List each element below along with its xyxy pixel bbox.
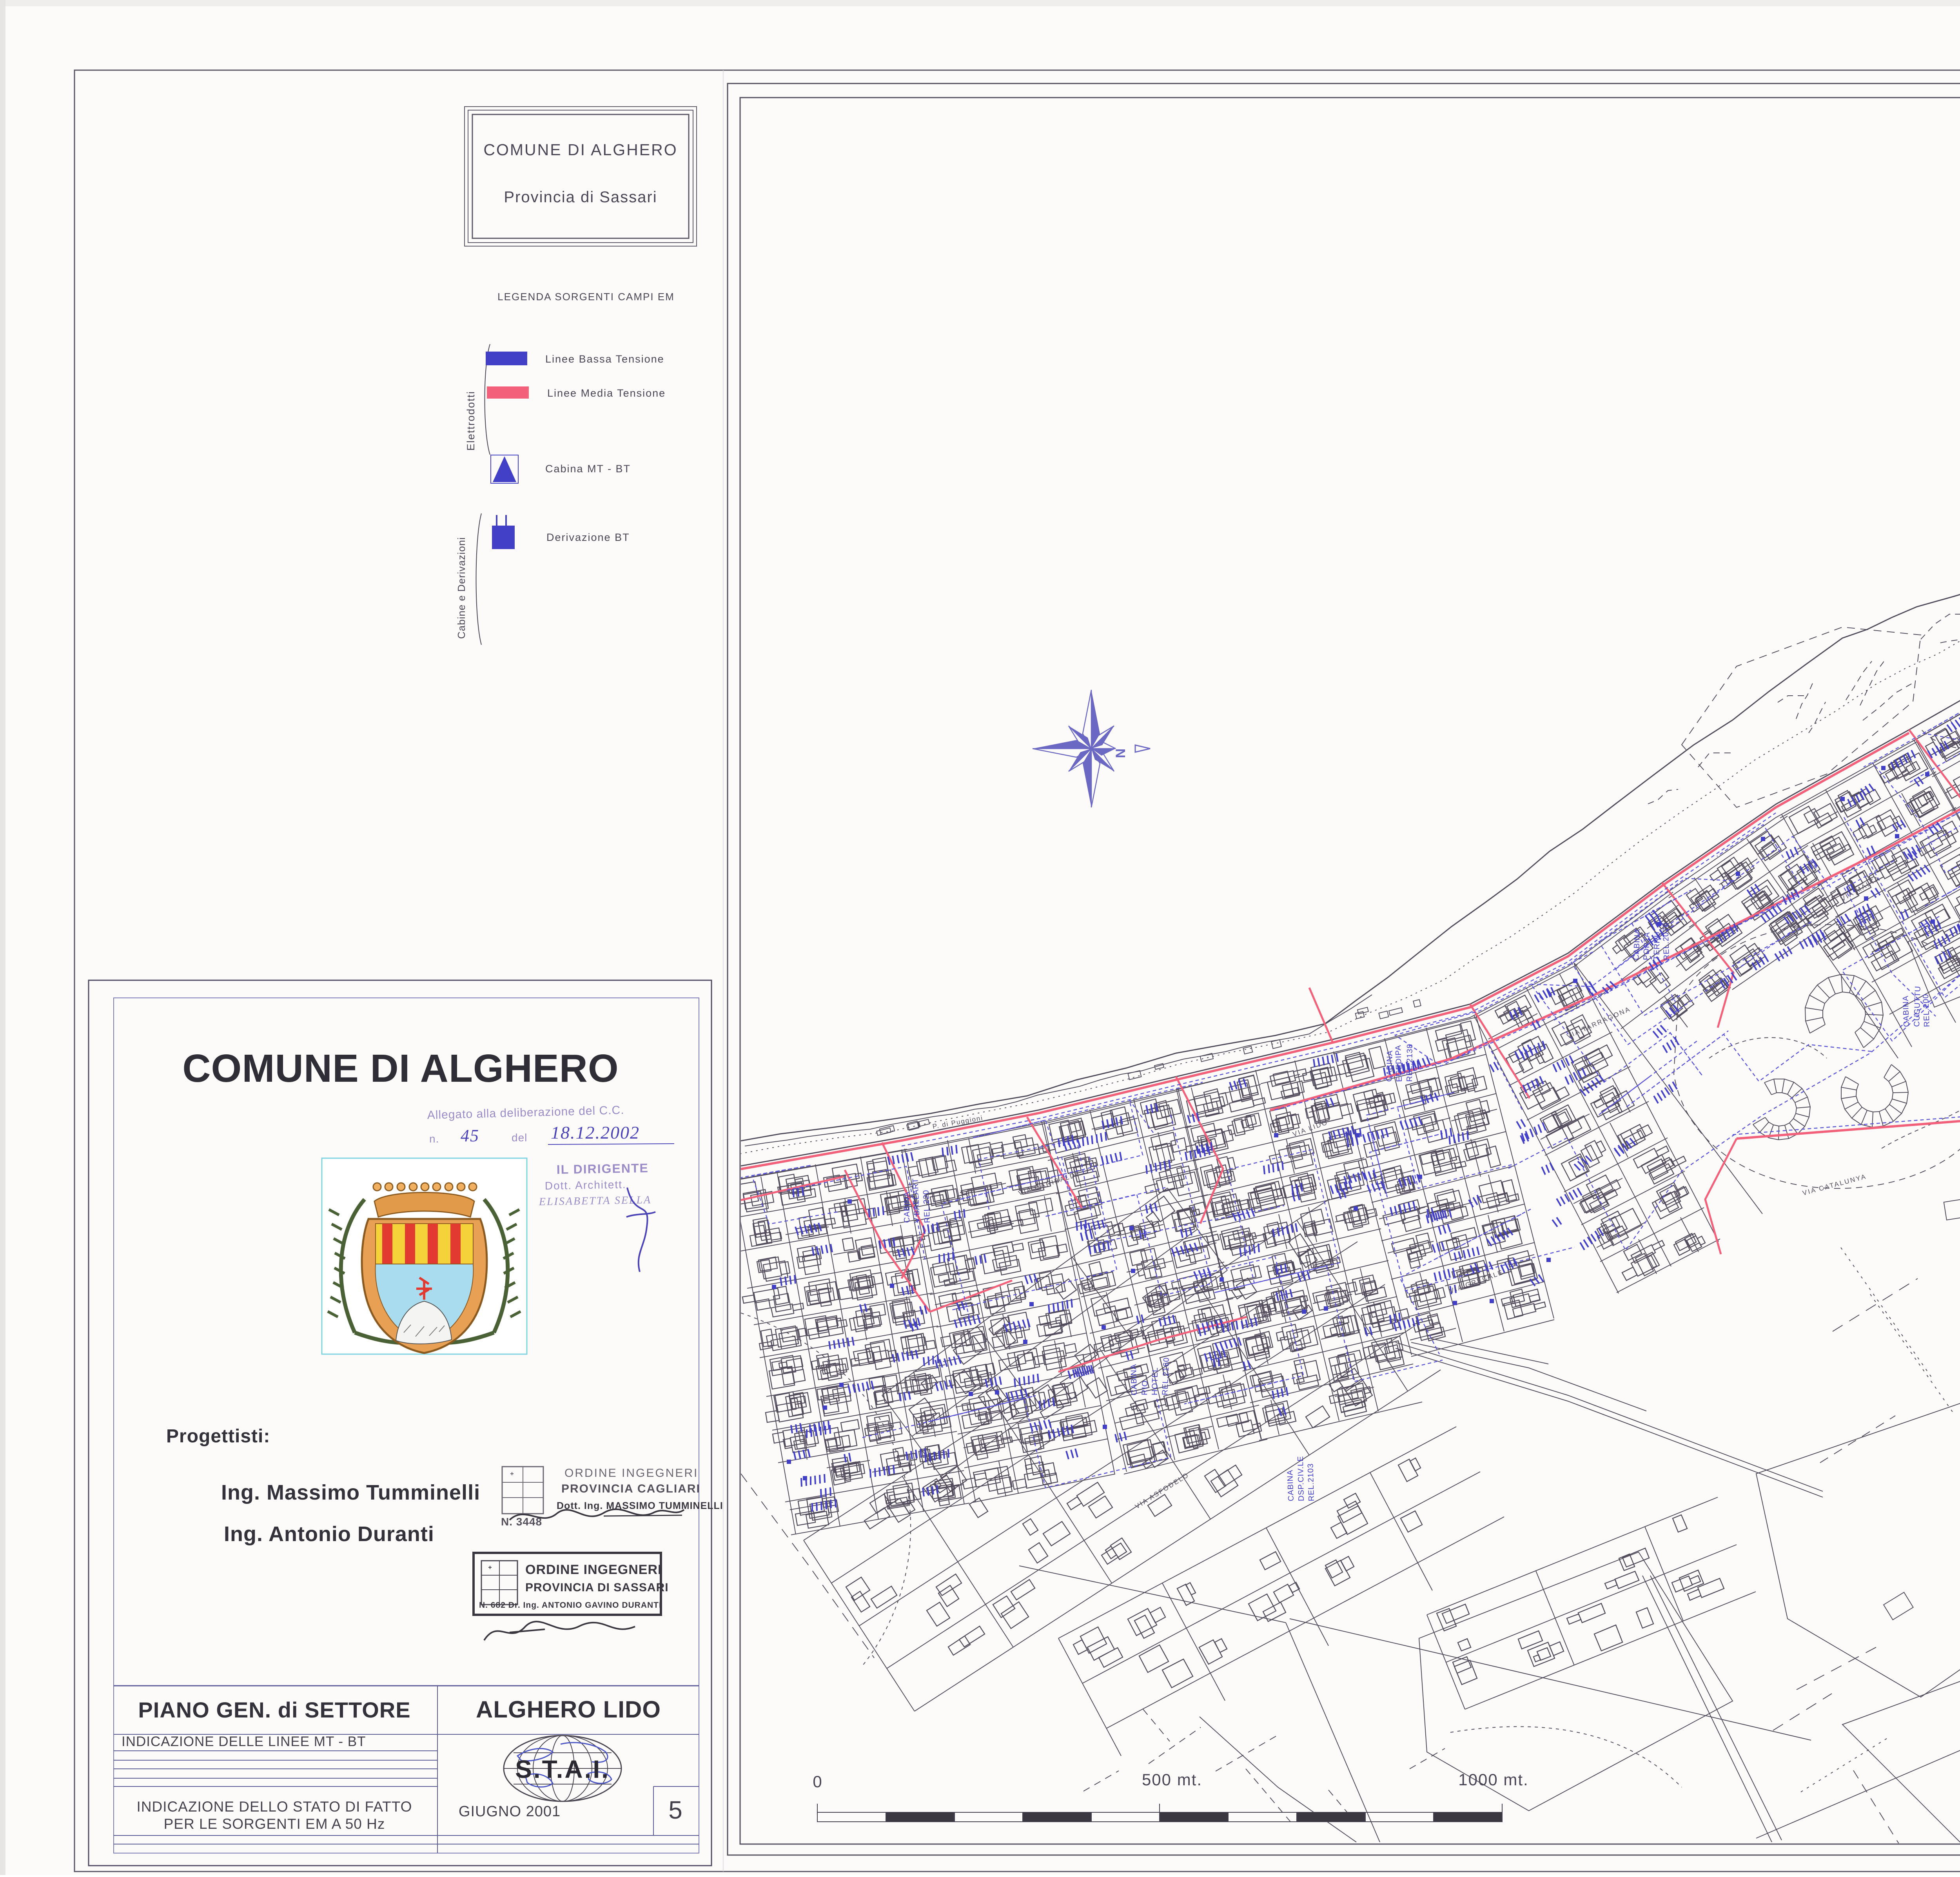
svg-text:PORTA: PORTA <box>1642 932 1651 960</box>
svg-text:REL.2138: REL.2138 <box>1405 1044 1414 1082</box>
svg-text:Cabina MT - BT: Cabina MT - BT <box>545 463 631 475</box>
svg-text:REL.2103: REL.2103 <box>1306 1463 1316 1502</box>
svg-text:REL.220: REL.220 <box>922 1190 932 1223</box>
svg-text:EGEDIPA: EGEDIPA <box>1394 1045 1404 1082</box>
svg-text:COMUNE DI ALGHERO: COMUNE DI ALGHERO <box>483 141 677 159</box>
svg-text:Ing. Massimo Tumminelli: Ing. Massimo Tumminelli <box>221 1481 480 1504</box>
svg-text:45: 45 <box>461 1126 479 1145</box>
svg-text:PROVINCIA CAGLIARI: PROVINCIA CAGLIARI <box>561 1482 701 1495</box>
svg-text:1000 mt.: 1000 mt. <box>1458 1770 1528 1789</box>
svg-text:5: 5 <box>668 1796 682 1824</box>
svg-text:V.BALLART: V.BALLART <box>911 1178 922 1223</box>
svg-text:Linee Media Tensione: Linee Media Tensione <box>547 387 666 399</box>
svg-text:Linee Bassa Tensione: Linee Bassa Tensione <box>545 353 664 365</box>
svg-text:CUGUTTU: CUGUTTU <box>1913 986 1922 1027</box>
svg-text:GIUGNO 2001: GIUGNO 2001 <box>459 1803 561 1820</box>
svg-text:REL.200: REL.200 <box>1922 994 1931 1027</box>
svg-text:INDICAZIONE DELLO STATO DI FAT: INDICAZIONE DELLO STATO DI FATTO <box>137 1799 412 1815</box>
svg-text:IL DIRIGENTE: IL DIRIGENTE <box>556 1161 649 1177</box>
svg-text:DSP.CIV.LE: DSP.CIV.LE <box>1296 1456 1306 1501</box>
svg-text:CABINA: CABINA <box>1129 1364 1139 1395</box>
svg-text:TERRU: TERRU <box>1652 931 1662 961</box>
svg-text:N: N <box>1113 749 1128 758</box>
svg-text:LEGENDA SORGENTI CAMPI EM: LEGENDA SORGENTI CAMPI EM <box>497 291 675 303</box>
svg-text:PIANO GEN. di SETTORE: PIANO GEN. di SETTORE <box>138 1697 410 1722</box>
svg-text:COMUNE DI ALGHERO: COMUNE DI ALGHERO <box>182 1046 619 1090</box>
svg-text:HOTEL: HOTEL <box>1151 1367 1160 1395</box>
svg-text:Dott. Ing. MASSIMO TUMMINELLI: Dott. Ing. MASSIMO TUMMINELLI <box>557 1500 723 1511</box>
svg-text:Dott. Architett.: Dott. Architett. <box>545 1178 626 1192</box>
svg-text:REL.2160: REL.2160 <box>1161 1357 1171 1395</box>
svg-text:Progettisti:: Progettisti: <box>166 1426 270 1447</box>
svg-text:INDICAZIONE DELLE LINEE MT - B: INDICAZIONE DELLE LINEE MT - BT <box>122 1734 366 1749</box>
svg-text:PROVINCIA DI SASSARI: PROVINCIA DI SASSARI <box>525 1581 669 1594</box>
svg-text:Ing. Antonio Duranti: Ing. Antonio Duranti <box>224 1522 434 1546</box>
svg-text:CABINA: CABINA <box>1286 1469 1296 1501</box>
svg-text:Cabine e Derivazioni: Cabine e Derivazioni <box>456 537 467 639</box>
svg-text:0: 0 <box>813 1772 822 1791</box>
svg-text:Elettrodotti: Elettrodotti <box>465 391 477 451</box>
svg-text:REL.2075: REL.2075 <box>1661 922 1671 961</box>
svg-text:18.12.2002: 18.12.2002 <box>551 1123 640 1143</box>
svg-text:ORDINE INGEGNERI: ORDINE INGEGNERI <box>564 1467 698 1480</box>
svg-text:ALGHERO LIDO: ALGHERO LIDO <box>476 1696 661 1723</box>
svg-text:CABINA: CABINA <box>1901 995 1911 1027</box>
svg-text:ELISABETTA SELLA: ELISABETTA SELLA <box>539 1194 652 1208</box>
svg-text:S.T.A.I.: S.T.A.I. <box>515 1755 610 1783</box>
svg-text:N. 682 Dr. Ing. ANTONIO GAVI: N. 682 Dr. Ing. ANTONIO GAVINO DURANTI <box>479 1601 662 1610</box>
svg-text:ORDINE INGEGNERI: ORDINE INGEGNERI <box>525 1562 662 1577</box>
svg-text:CABINA: CABINA <box>1385 1050 1394 1082</box>
svg-text:n.: n. <box>429 1133 439 1145</box>
svg-text:PER LE SORGENTI EM A 50 Hz: PER LE SORGENTI EM A 50 Hz <box>164 1816 385 1832</box>
svg-text:Provincia di Sassari: Provincia di Sassari <box>504 189 657 206</box>
svg-text:500 mt.: 500 mt. <box>1142 1770 1202 1789</box>
svg-text:CABINA: CABINA <box>903 1191 911 1223</box>
svg-text:RIO: RIO <box>1140 1380 1149 1395</box>
svg-text:del: del <box>512 1132 527 1144</box>
svg-text:CABINA: CABINA <box>1632 929 1642 960</box>
svg-text:Derivazione BT: Derivazione BT <box>546 531 630 543</box>
